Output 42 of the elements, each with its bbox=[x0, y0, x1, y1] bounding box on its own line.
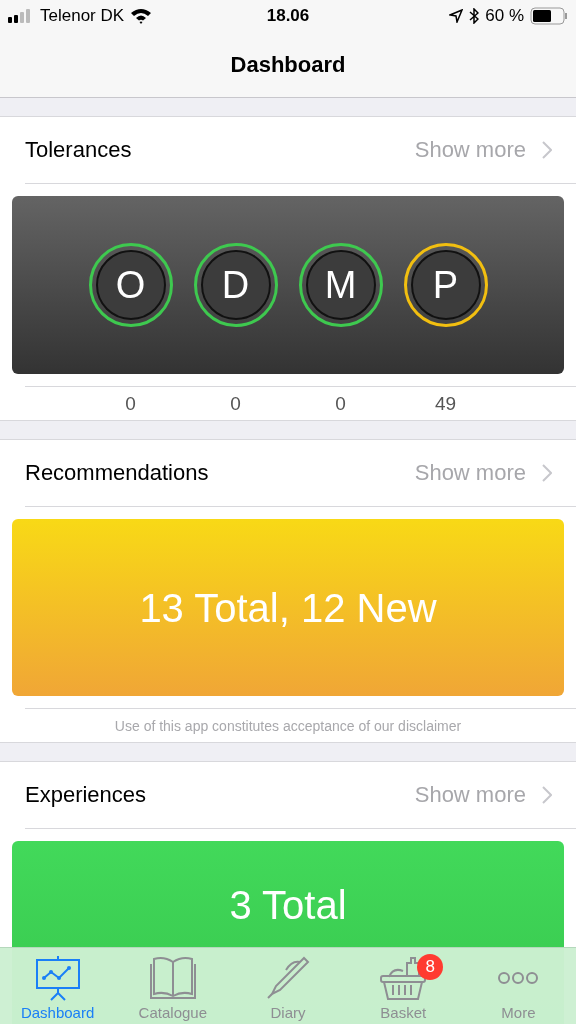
tolerance-card[interactable]: O D M P bbox=[12, 196, 564, 374]
pen-icon bbox=[266, 956, 310, 1000]
show-more-link[interactable]: Show more bbox=[414, 782, 526, 808]
tolerance-badge: P bbox=[403, 243, 488, 327]
location-icon bbox=[449, 9, 464, 23]
chevron-icon bbox=[542, 464, 552, 482]
tolerance-count: 0 bbox=[334, 392, 347, 415]
tolerance-count: 0 bbox=[124, 392, 137, 415]
tab-item[interactable]: Diary bbox=[230, 948, 346, 1024]
tolerance-badge: D bbox=[193, 243, 278, 327]
more-icon bbox=[497, 971, 540, 985]
card-text: 3 Total bbox=[229, 882, 347, 929]
basket-icon bbox=[379, 955, 428, 1001]
disclaimer-text: Use of this app constitutes acceptance of our disclaimer bbox=[114, 717, 462, 734]
show-more-link[interactable]: Show more bbox=[414, 137, 526, 163]
tolerance-count: 49 bbox=[433, 392, 458, 415]
tab-item[interactable]: Catalogue bbox=[115, 948, 231, 1024]
screen-title: Dashboard bbox=[230, 51, 346, 78]
card-text: 13 Total, 12 New bbox=[139, 584, 437, 632]
count-badge: 8 bbox=[417, 954, 444, 980]
section-header[interactable]: Experiences Show more bbox=[25, 762, 576, 829]
battery-percent: 60 % bbox=[485, 6, 524, 26]
tolerance-count: 0 bbox=[229, 392, 242, 415]
recommendations-card[interactable]: 13 Total, 12 New bbox=[12, 519, 564, 696]
tolerance-badge: O bbox=[88, 243, 173, 327]
tab-item[interactable]: 8 Basket bbox=[345, 948, 461, 1024]
section-title: Experiences bbox=[25, 782, 148, 808]
tolerance-badge: M bbox=[298, 243, 383, 327]
book-icon bbox=[149, 956, 196, 1000]
carrier-name: Telenor DK bbox=[40, 6, 125, 26]
chevron-icon bbox=[542, 786, 552, 804]
show-more-link[interactable]: Show more bbox=[414, 460, 526, 486]
section-title: Recommendations bbox=[25, 460, 210, 486]
presentation-chart-icon bbox=[34, 955, 81, 1001]
chevron-icon bbox=[542, 141, 552, 159]
section-title: Tolerances bbox=[25, 137, 133, 163]
section-header[interactable]: Tolerances Show more bbox=[25, 117, 576, 184]
wifi-icon bbox=[130, 8, 153, 24]
battery-icon bbox=[530, 7, 568, 25]
section-header[interactable]: Recommendations Show more bbox=[25, 440, 576, 507]
status-time: 18.06 bbox=[266, 6, 310, 26]
bluetooth-icon bbox=[469, 8, 480, 24]
